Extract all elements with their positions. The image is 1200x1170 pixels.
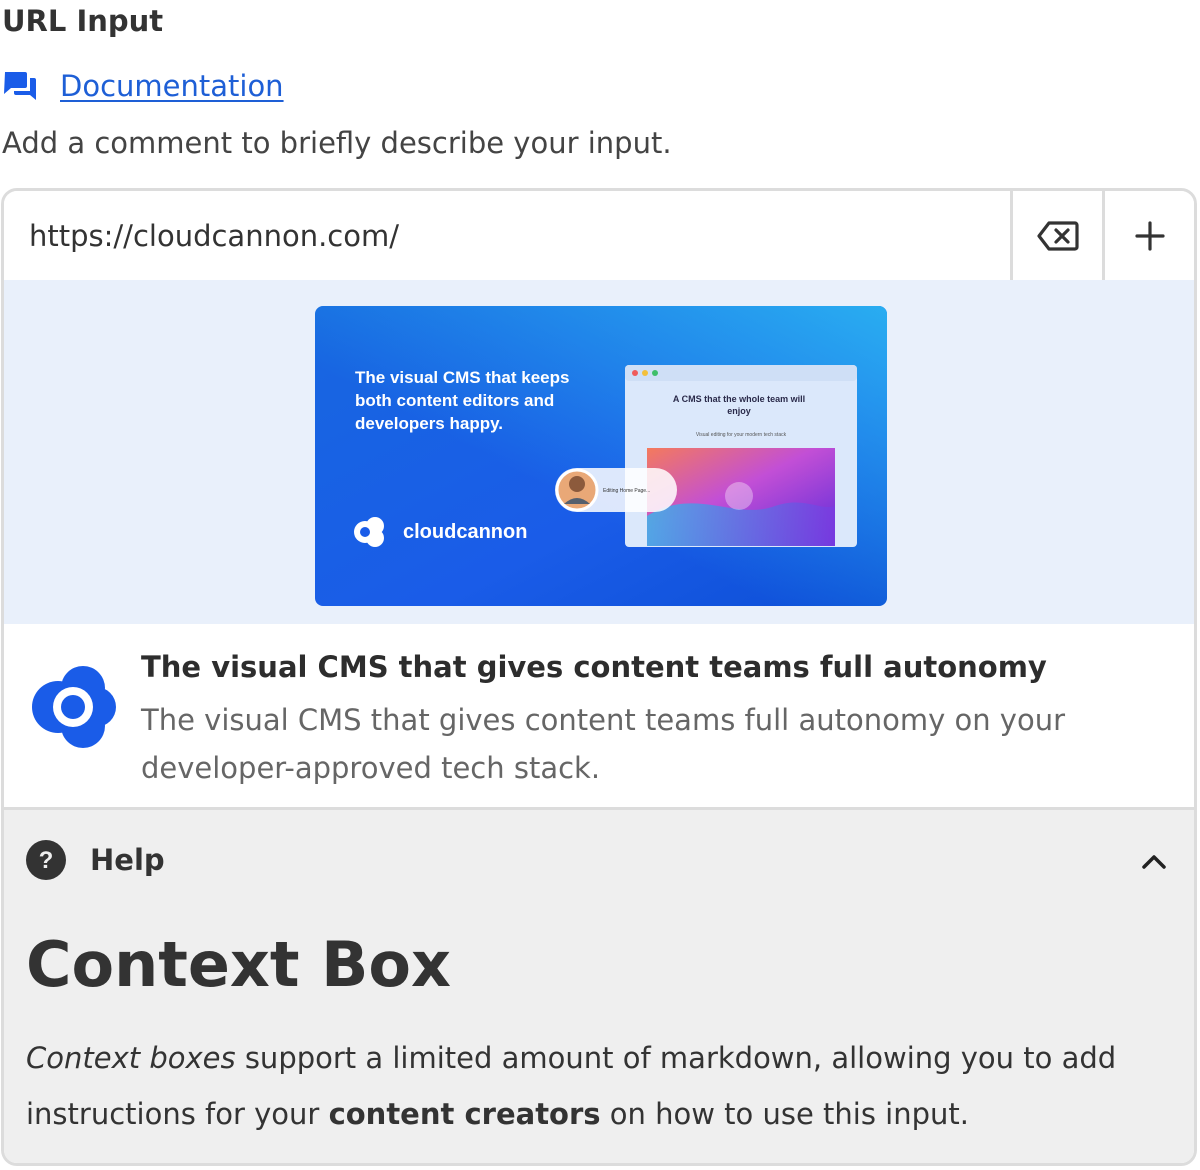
preview-image-headline-3: developers happy. (355, 414, 503, 433)
context-box-body: Context boxes support a limited amount o… (26, 1030, 1176, 1142)
help-panel: ? Help Context Box Context boxes support… (4, 810, 1194, 1163)
url-input[interactable]: https://cloudcannon.com/ (4, 191, 1013, 280)
cloudcannon-logo-icon (32, 666, 116, 748)
plus-icon (1134, 220, 1165, 251)
chat-bubbles-icon (4, 72, 36, 100)
field-comment: Add a comment to briefly describe your i… (2, 126, 672, 160)
link-preview-image-area: The visual CMS that keeps both content e… (4, 280, 1194, 624)
url-input-field: https://cloudcannon.com/ The visual CMS … (1, 188, 1197, 1166)
preview-badge-text: Editing Home Page... (603, 488, 650, 494)
context-box-italic: Context boxes (26, 1041, 236, 1075)
preview-description: The visual CMS that gives content teams … (141, 703, 1066, 785)
preview-image-brand: cloudcannon (403, 521, 527, 543)
clear-button[interactable] (1013, 191, 1105, 280)
context-box-bold: content creators (328, 1097, 601, 1131)
preview-image-headline-1: The visual CMS that keeps (355, 368, 569, 387)
add-button[interactable] (1105, 191, 1194, 280)
chevron-up-icon[interactable] (1138, 846, 1170, 878)
preview-image: The visual CMS that keeps both content e… (315, 306, 887, 606)
preview-title: The visual CMS that gives content teams … (141, 650, 1047, 684)
preview-window-title-1: A CMS that the whole team will (673, 394, 805, 404)
preview-image-headline-2: both content editors and (355, 391, 554, 410)
help-label: Help (90, 843, 165, 877)
preview-browser-window: A CMS that the whole team will enjoy Vis… (625, 365, 857, 547)
preview-editing-badge: Editing Home Page... (555, 468, 677, 512)
backspace-icon (1036, 220, 1079, 251)
preview-window-title-2: enjoy (727, 406, 751, 416)
link-preview-card[interactable]: The visual CMS that gives content teams … (4, 624, 1194, 810)
url-input-row: https://cloudcannon.com/ (4, 191, 1194, 283)
documentation-row[interactable]: Documentation (2, 66, 284, 106)
context-box-text-2: on how to use this input. (600, 1097, 969, 1131)
help-header[interactable]: ? Help (26, 838, 165, 882)
context-box-heading: Context Box (26, 928, 451, 1001)
preview-window-subtitle: Visual editing for your modern tech stac… (696, 432, 787, 438)
documentation-link[interactable]: Documentation (60, 69, 284, 103)
field-label: URL Input (2, 4, 164, 38)
question-circle-icon: ? (26, 840, 66, 880)
svg-text:?: ? (39, 847, 54, 874)
